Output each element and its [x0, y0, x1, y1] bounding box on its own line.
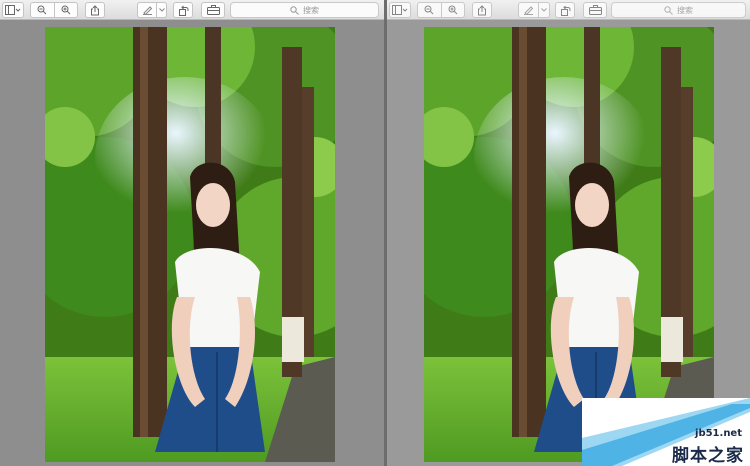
share-button[interactable] — [472, 2, 492, 18]
zoom-in-button[interactable] — [55, 3, 78, 17]
zoom-out-button[interactable] — [418, 3, 442, 17]
zoom-in-icon — [61, 5, 71, 15]
search-icon — [664, 5, 673, 15]
share-icon — [91, 4, 99, 15]
watermark-site-name: 脚本之家 — [672, 446, 744, 466]
markup-menu-button[interactable] — [539, 3, 549, 17]
preview-window-left: 搜索 — [0, 0, 384, 466]
toolbar: 搜索 — [387, 0, 750, 20]
photo-girl-under-trees — [45, 27, 335, 462]
zoom-out-icon — [37, 5, 47, 15]
image-canvas[interactable] — [424, 27, 714, 462]
photo-girl-under-trees — [424, 27, 714, 462]
toolbox-icon — [588, 5, 602, 15]
rotate-icon — [560, 5, 570, 16]
markup-control — [518, 2, 550, 18]
screen: 搜索 搜索 jb51.net 脚本之家 — [0, 0, 750, 466]
site-watermark: jb51.net 脚本之家 — [582, 398, 750, 466]
watermark-url: jb51.net — [695, 428, 742, 439]
markup-control — [137, 2, 167, 18]
zoom-control — [30, 2, 78, 18]
search-field[interactable]: 搜索 — [230, 2, 379, 18]
share-icon — [478, 4, 486, 15]
share-button[interactable] — [85, 2, 105, 18]
sidebar-toggle-button[interactable] — [389, 2, 411, 18]
toolbox-icon — [206, 5, 220, 15]
toolbox-button[interactable] — [583, 2, 607, 18]
chevron-down-icon — [541, 8, 548, 12]
sidebar-toggle-button[interactable] — [2, 2, 24, 18]
pen-icon — [142, 6, 152, 15]
zoom-in-icon — [448, 5, 458, 15]
search-icon — [290, 5, 299, 15]
rotate-button[interactable] — [555, 2, 575, 18]
search-placeholder: 搜索 — [303, 5, 319, 15]
markup-button[interactable] — [138, 3, 157, 17]
sidebar-icon — [392, 5, 408, 15]
rotate-button[interactable] — [173, 2, 193, 18]
zoom-control — [417, 2, 465, 18]
zoom-out-icon — [424, 5, 434, 15]
chevron-down-icon — [158, 8, 165, 12]
preview-window-right: 搜索 — [387, 0, 750, 466]
markup-menu-button[interactable] — [157, 3, 166, 17]
pen-icon — [524, 6, 534, 15]
image-canvas[interactable] — [45, 27, 335, 462]
toolbox-button[interactable] — [201, 2, 225, 18]
zoom-out-button[interactable] — [31, 3, 55, 17]
search-placeholder: 搜索 — [677, 5, 693, 15]
toolbar: 搜索 — [0, 0, 384, 20]
zoom-in-button[interactable] — [442, 3, 465, 17]
sidebar-icon — [5, 5, 21, 15]
rotate-icon — [178, 5, 188, 16]
search-field[interactable]: 搜索 — [611, 2, 746, 18]
markup-button[interactable] — [519, 3, 540, 17]
